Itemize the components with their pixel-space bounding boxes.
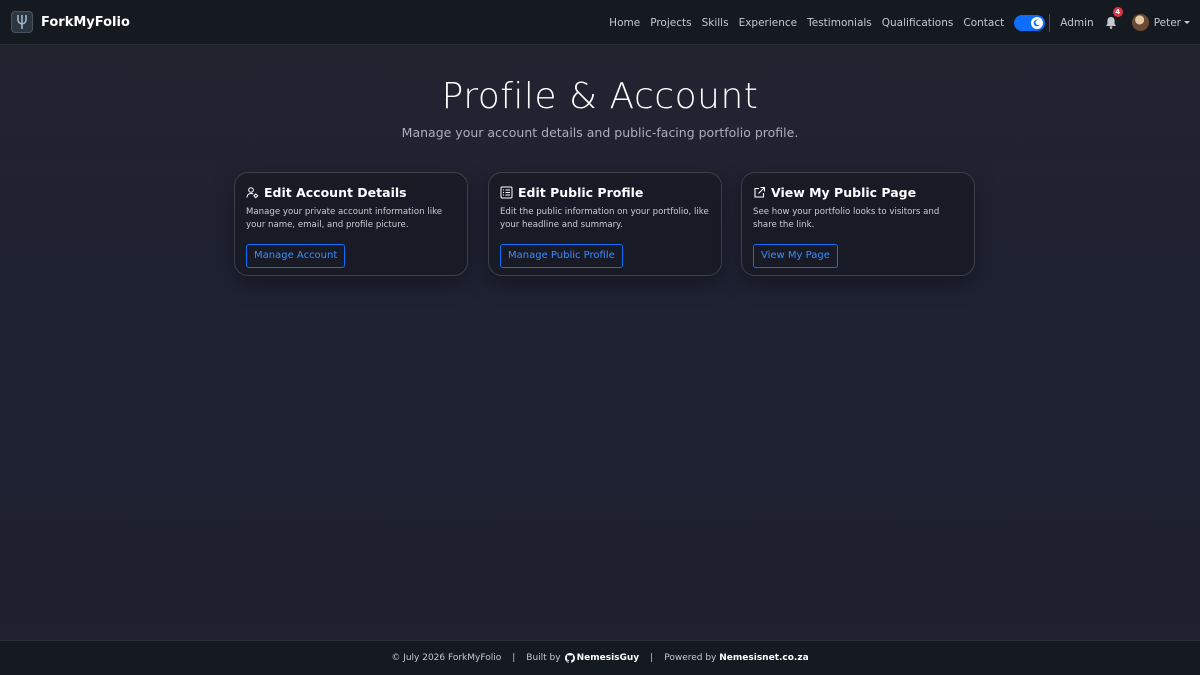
manage-account-button[interactable]: Manage Account xyxy=(246,244,346,268)
caret-down-icon xyxy=(1184,21,1190,24)
footer: © July 2026 ForkMyFolio | Built by Nemes… xyxy=(0,640,1200,675)
bell-icon xyxy=(1105,17,1116,29)
notification-badge: 4 xyxy=(1112,6,1123,17)
footer-separator: | xyxy=(512,653,516,663)
card-title-text: View My Public Page xyxy=(771,184,917,200)
theme-toggle[interactable] xyxy=(1014,14,1046,31)
card-title: Edit Account Details xyxy=(246,184,456,200)
footer-separator: | xyxy=(650,653,654,663)
user-menu[interactable]: Peter xyxy=(1131,14,1190,31)
card-edit-account: Edit Account Details Manage your private… xyxy=(234,172,468,276)
external-link-icon xyxy=(753,186,766,199)
notifications-button[interactable]: 4 xyxy=(1104,6,1123,31)
view-my-page-button[interactable]: View My Page xyxy=(753,244,838,268)
card-description: See how your portfolio looks to visitors… xyxy=(753,207,940,230)
document-list-icon xyxy=(500,186,513,199)
person-gear-icon xyxy=(246,186,259,199)
nav-divider xyxy=(1049,13,1051,32)
nav-link-home[interactable]: Home xyxy=(609,17,640,29)
manage-public-profile-button[interactable]: Manage Public Profile xyxy=(500,244,623,268)
avatar xyxy=(1131,14,1149,31)
nav-links: Home Projects Skills Experience Testimon… xyxy=(599,0,1200,45)
brand-name: ForkMyFolio xyxy=(41,14,130,30)
nav-link-projects[interactable]: Projects xyxy=(650,17,691,29)
user-name: Peter xyxy=(1153,16,1181,29)
card-edit-public-profile: Edit Public Profile Edit the public info… xyxy=(488,172,722,276)
card-description: Edit the public information on your port… xyxy=(500,207,709,230)
top-navbar: ForkMyFolio Home Projects Skills Experie… xyxy=(0,0,1200,45)
nav-link-qualifications[interactable]: Qualifications xyxy=(882,17,954,29)
footer-powered-by-link[interactable]: Nemesisnet.co.za xyxy=(719,653,808,663)
nav-link-contact[interactable]: Contact xyxy=(963,17,1004,29)
card-title: View My Public Page xyxy=(753,184,963,200)
nav-link-skills[interactable]: Skills xyxy=(702,17,729,29)
footer-copyright: © July 2026 ForkMyFolio xyxy=(391,653,502,663)
card-title-text: Edit Public Profile xyxy=(518,184,644,200)
moon-icon xyxy=(1031,16,1044,29)
footer-built-by-prefix: Built by xyxy=(526,653,561,663)
card-view-public-page: View My Public Page See how your portfol… xyxy=(741,172,975,276)
profile-cards: Edit Account Details Manage your private… xyxy=(234,172,975,276)
card-description: Manage your private account information … xyxy=(246,207,443,230)
nav-link-testimonials[interactable]: Testimonials xyxy=(807,17,872,29)
footer-built-by-link[interactable]: NemesisGuy xyxy=(577,653,640,663)
brand-link[interactable]: ForkMyFolio xyxy=(11,0,130,45)
footer-powered-by-prefix: Powered by xyxy=(664,653,717,663)
page-title: Profile & Account xyxy=(441,76,759,117)
card-title: Edit Public Profile xyxy=(500,184,710,200)
page-subtitle: Manage your account details and public-f… xyxy=(401,125,799,140)
card-title-text: Edit Account Details xyxy=(264,184,407,200)
fork-logo-icon xyxy=(11,11,33,33)
nav-link-admin[interactable]: Admin xyxy=(1060,17,1093,29)
github-icon xyxy=(564,653,575,663)
nav-link-experience[interactable]: Experience xyxy=(739,17,798,29)
